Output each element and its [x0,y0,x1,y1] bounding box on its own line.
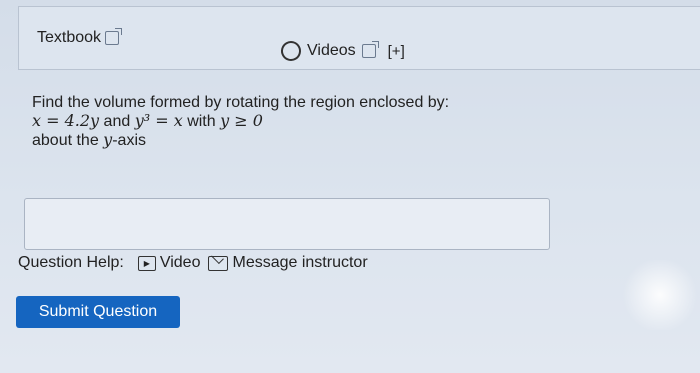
question-line-1: Find the volume formed by rotating the r… [32,94,450,111]
axis-variable: y [103,130,113,149]
expand-resources-button[interactable]: [+] [388,43,405,60]
textbook-link[interactable]: Textbook [37,28,123,47]
question-text: Find the volume formed by rotating the r… [32,94,449,150]
question-line-3: about the y-axis [32,131,449,150]
help-video-link[interactable]: ▶ Video [137,254,201,272]
screen-glare [620,260,700,330]
submit-question-button[interactable]: Submit Question [16,296,180,328]
videos-link-group[interactable]: Videos [+] [277,37,405,65]
help-video-label[interactable]: Video [160,254,201,272]
question-help-label: Question Help: [18,254,124,271]
question-help-row: Question Help: ▶ Video Message instructo… [18,254,368,272]
conjunction-with: with [182,113,221,130]
play-video-icon: ▶ [137,255,156,271]
videos-label[interactable]: Videos [307,42,356,60]
resources-panel: Textbook Videos [+] [18,6,700,70]
question-line-2: x = 4.2y and y³ = x with y ≥ 0 [32,112,449,131]
answer-input[interactable] [24,198,550,250]
external-link-icon [361,41,379,58]
equation-2: y³ = x [134,111,183,130]
axis-prefix: about the [32,132,104,149]
message-instructor-link[interactable]: Message instructor [208,254,368,272]
equation-1: x = 4.2y [32,111,100,130]
external-link-icon [105,28,123,45]
message-instructor-label[interactable]: Message instructor [232,254,367,272]
envelope-icon [208,255,229,271]
paperclip-icon [277,37,305,65]
equation-3: y ≥ 0 [220,111,263,130]
textbook-label[interactable]: Textbook [37,29,101,47]
axis-suffix: -axis [112,132,146,149]
conjunction-and: and [99,113,135,130]
